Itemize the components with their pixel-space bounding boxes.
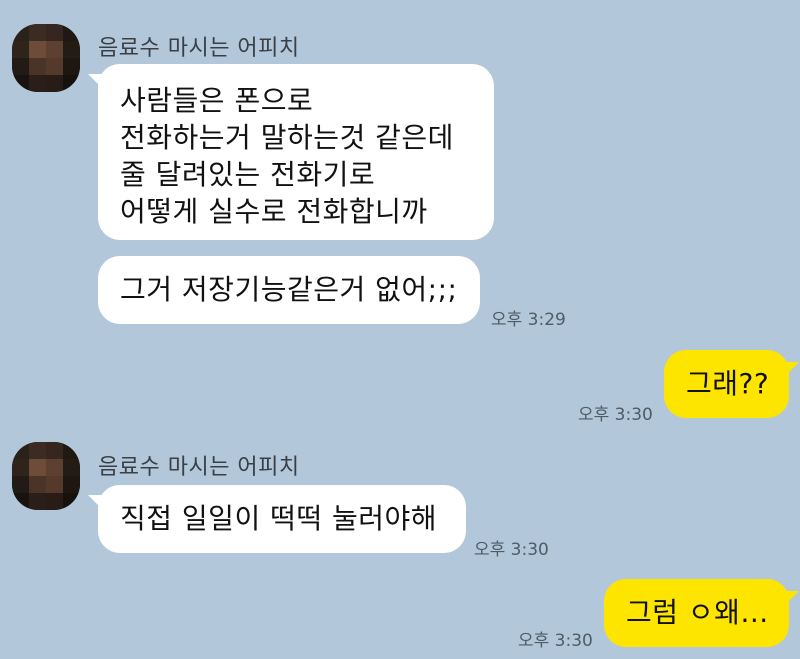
message-text: 그래??: [686, 367, 770, 400]
message-line: 전화하는거 말하는것 같은데: [120, 121, 454, 154]
message-line: 어떻게 실수로 전화합니까: [120, 195, 428, 228]
incoming-message-bubble[interactable]: 그거 저장기능같은거 없어;;;: [98, 256, 480, 324]
sender-avatar[interactable]: [12, 24, 80, 92]
message-timestamp: 오후 3:30: [474, 540, 549, 560]
message-text: 직접 일일이 떡떡 눌러야해: [120, 502, 438, 535]
message-line: 사람들은 폰으로: [120, 84, 314, 117]
sender-avatar[interactable]: [12, 442, 80, 510]
message-timestamp: 오후 3:30: [518, 631, 593, 651]
sender-name: 음료수 마시는 어피치: [98, 455, 300, 480]
sender-name: 음료수 마시는 어피치: [98, 36, 300, 61]
outgoing-message-bubble[interactable]: 그래??: [664, 350, 799, 418]
message-timestamp: 오후 3:29: [491, 310, 566, 330]
message-text: 그럼 ㅇ왜...: [626, 596, 769, 629]
incoming-message-bubble[interactable]: 직접 일일이 떡떡 눌러야해: [88, 485, 466, 553]
message-timestamp: 오후 3:30: [578, 405, 653, 425]
incoming-message-bubble[interactable]: 사람들은 폰으로 전화하는거 말하는것 같은데 줄 달려있는 전화기로 어떻게 …: [88, 64, 494, 240]
message-line: 줄 달려있는 전화기로: [120, 158, 376, 191]
outgoing-message-bubble[interactable]: 그럼 ㅇ왜...: [604, 579, 799, 647]
message-text: 그거 저장기능같은거 없어;;;: [120, 273, 458, 306]
